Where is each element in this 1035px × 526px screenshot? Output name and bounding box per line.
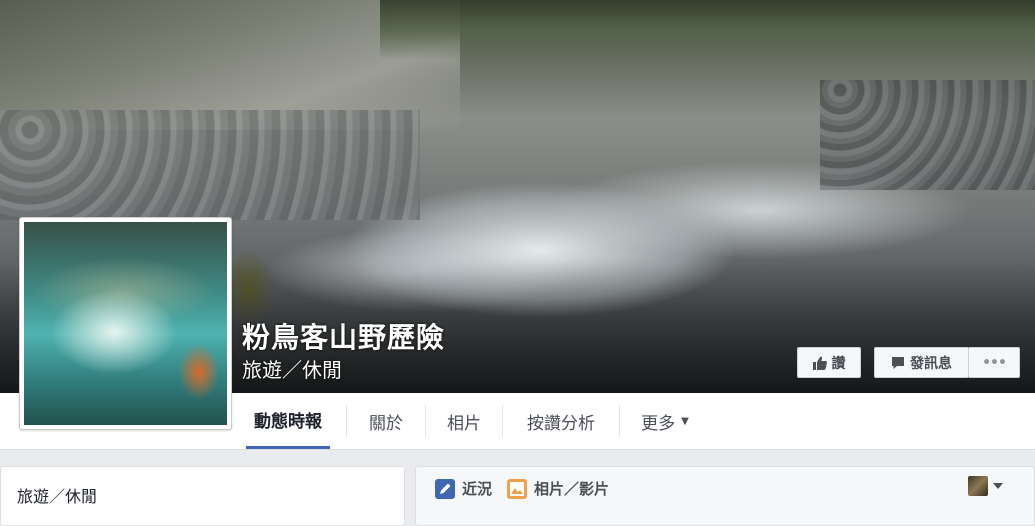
page-title[interactable]: 粉鳥客山野歷險: [242, 316, 445, 356]
profile-picture-image: [24, 222, 227, 425]
post-as-selector[interactable]: [968, 476, 1003, 496]
message-button[interactable]: 發訊息: [874, 347, 969, 378]
more-dots-icon: •••: [982, 354, 1007, 371]
tab-about-label: 關於: [369, 413, 403, 434]
cover-rocks-left: [0, 110, 420, 220]
caret-down-icon: ▼: [681, 415, 689, 427]
about-card: 旅遊／休閒: [0, 466, 405, 526]
chevron-down-icon: [993, 483, 1003, 489]
tab-about[interactable]: 關於: [347, 393, 425, 449]
tab-likes[interactable]: 按讚分析: [503, 393, 619, 449]
pencil-icon: [435, 478, 455, 499]
cover-trees: [380, 0, 1035, 60]
tab-photos[interactable]: 相片: [426, 393, 502, 449]
thumbs-up-icon: [812, 356, 827, 370]
like-button-label: 讚: [831, 355, 846, 372]
status-update-button[interactable]: 近況: [435, 478, 492, 499]
tab-more-label: 更多: [641, 413, 676, 434]
page-category[interactable]: 旅遊／休閒: [242, 354, 342, 383]
photo-video-button[interactable]: 相片／影片: [507, 478, 609, 499]
profile-picture[interactable]: [19, 217, 232, 430]
more-options-button[interactable]: •••: [968, 347, 1020, 378]
message-button-label: 發訊息: [910, 355, 952, 372]
photo-video-label: 相片／影片: [534, 480, 610, 498]
like-button[interactable]: 讚: [797, 347, 861, 378]
photo-icon: [507, 478, 527, 499]
speech-bubble-icon: [892, 356, 904, 369]
tab-likes-label: 按讚分析: [527, 413, 595, 434]
tab-timeline[interactable]: 動態時報: [246, 393, 330, 449]
post-composer: 近況 相片／影片: [415, 466, 1035, 526]
tab-more[interactable]: 更多 ▼: [620, 393, 710, 449]
cover-rocks-right: [820, 80, 1035, 190]
tab-photos-label: 相片: [447, 413, 481, 434]
tab-timeline-label: 動態時報: [254, 412, 322, 432]
avatar: [968, 476, 988, 496]
about-card-category[interactable]: 旅遊／休閒: [17, 483, 97, 507]
status-update-label: 近況: [462, 480, 493, 498]
